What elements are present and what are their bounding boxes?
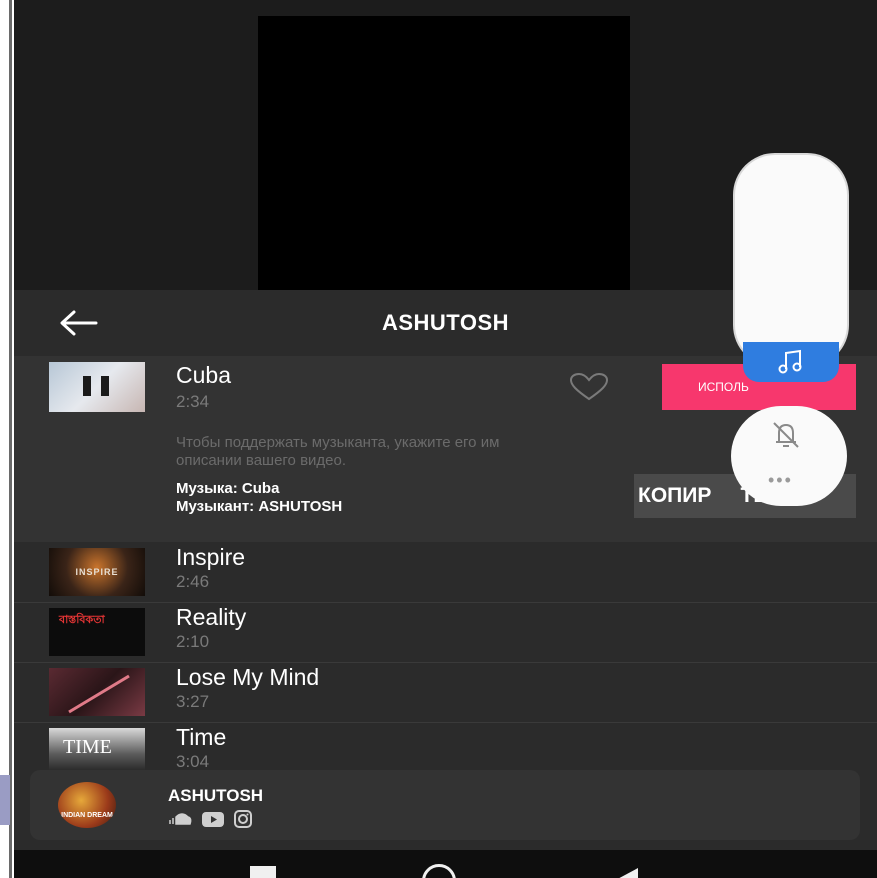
track-name: Lose My Mind: [176, 664, 320, 690]
support-notice: Чтобы поддержать музыканта, укажите его …: [176, 434, 500, 469]
artist-bar[interactable]: INDIAN DREAM ASHUTOSH: [30, 770, 860, 840]
track-duration: 3:04: [176, 752, 210, 771]
track-thumbnail: [49, 668, 145, 716]
avatar-text: INDIAN DREAM: [61, 812, 113, 819]
artist-name: ASHUTOSH: [168, 786, 264, 805]
recent-apps-button[interactable]: [250, 866, 276, 878]
youtube-icon[interactable]: [202, 811, 224, 827]
video-preview: [258, 16, 630, 290]
track-thumbnail: TIME: [49, 728, 145, 776]
instagram-icon[interactable]: [234, 810, 252, 828]
thumb-graphic: [68, 674, 130, 714]
track-row-reality[interactable]: বাস্তবিকতা Reality 2:10: [14, 602, 877, 663]
track-duration: 2:46: [176, 572, 210, 591]
music-note-icon: [778, 349, 802, 374]
more-icon[interactable]: •••: [768, 470, 793, 491]
pause-icon[interactable]: [49, 362, 145, 412]
credit-artist: Музыкант: ASHUTOSH: [176, 498, 343, 515]
track-row-lose-my-mind[interactable]: Lose My Mind 3:27: [14, 662, 877, 723]
soundcloud-icon[interactable]: [168, 813, 192, 825]
bell-off-icon[interactable]: [769, 420, 803, 450]
avatar[interactable]: INDIAN DREAM: [58, 782, 116, 828]
track-duration: 3:27: [176, 692, 210, 711]
thumb-text: INSPIRE: [75, 567, 119, 577]
track-name: Time: [176, 724, 227, 750]
track-name: Cuba: [176, 362, 231, 388]
credit-music: Музыка: Cuba: [176, 480, 280, 497]
track-row-inspire[interactable]: INSPIRE Inspire 2:46: [14, 542, 877, 603]
track-name: Reality: [176, 604, 247, 630]
social-links: [168, 810, 252, 828]
window-edge-line: [9, 0, 12, 878]
home-button[interactable]: [422, 864, 456, 878]
floating-toolbar: [735, 155, 847, 365]
music-tab[interactable]: [743, 342, 839, 382]
track-duration: 2:10: [176, 632, 210, 651]
window-edge-strip: [0, 775, 10, 825]
track-thumbnail[interactable]: [49, 362, 145, 412]
track-name: Inspire: [176, 544, 246, 570]
credit-text: Музыка: Cuba Музыкант: ASHUTOSH: [176, 480, 342, 516]
track-duration: 2:34: [176, 392, 210, 411]
system-nav-bar: [14, 850, 877, 878]
back-nav-icon[interactable]: [610, 868, 640, 878]
track-thumbnail: বাস্তবিকতা: [49, 608, 145, 656]
heart-icon[interactable]: [566, 372, 612, 402]
track-thumbnail: INSPIRE: [49, 548, 145, 596]
thumb-text: TIME: [63, 736, 112, 758]
thumb-text: বাস্তবিকতা: [59, 614, 105, 626]
